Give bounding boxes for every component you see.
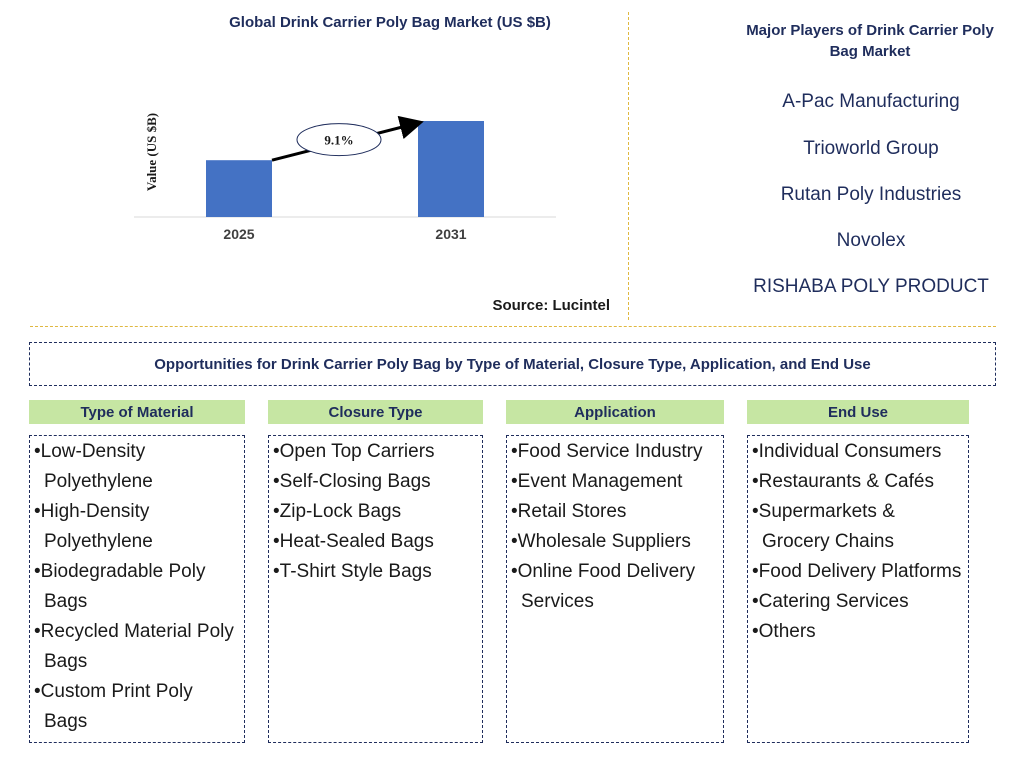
list-item: Individual Consumers xyxy=(752,437,964,467)
list-item: Biodegradable Poly Bags xyxy=(34,557,240,617)
bar xyxy=(206,160,272,217)
x-tick-label: 2025 xyxy=(223,226,254,242)
list-item: Catering Services xyxy=(752,587,964,617)
list-item: Others xyxy=(752,617,964,647)
list-item: Low-Density Polyethylene xyxy=(34,437,240,497)
list-item: Zip-Lock Bags xyxy=(273,497,478,527)
bar-chart: 2025 2031 Value (US $B) 9.1% xyxy=(134,113,556,242)
list-item: High-Density Polyethylene xyxy=(34,497,240,557)
list-item: Recycled Material Poly Bags xyxy=(34,617,240,677)
header-type-of-material: Type of Material xyxy=(29,400,245,424)
list-item: Wholesale Suppliers xyxy=(511,527,719,557)
y-axis-label: Value (US $B) xyxy=(144,113,159,191)
players-title: Major Players of Drink Carrier Poly Bag … xyxy=(746,22,994,60)
application-list: Food Service Industry Event Management R… xyxy=(506,435,724,743)
list-item: Food Delivery Platforms xyxy=(752,557,964,587)
list-item: Event Management xyxy=(511,467,719,497)
vertical-divider xyxy=(628,12,629,320)
horizontal-divider xyxy=(30,326,996,327)
end-use-list: Individual Consumers Restaurants & Cafés… xyxy=(747,435,969,743)
opportunities-title: Opportunities for Drink Carrier Poly Bag… xyxy=(29,342,996,386)
list-item: T-Shirt Style Bags xyxy=(273,557,478,587)
list-item: Heat-Sealed Bags xyxy=(273,527,478,557)
player-item: Novolex xyxy=(836,230,906,251)
header-application: Application xyxy=(506,400,724,424)
list-item: Retail Stores xyxy=(511,497,719,527)
list-item: Custom Print Poly Bags xyxy=(34,677,240,737)
header-end-use: End Use xyxy=(747,400,969,424)
player-item: RISHABA POLY PRODUCT xyxy=(753,276,989,297)
chart-title: Global Drink Carrier Poly Bag Market (US… xyxy=(229,14,551,31)
header-closure-type: Closure Type xyxy=(268,400,483,424)
x-tick-label: 2031 xyxy=(435,226,466,242)
list-item: Supermarkets & Grocery Chains xyxy=(752,497,964,557)
list-item: Open Top Carriers xyxy=(273,437,478,467)
bar xyxy=(418,121,484,217)
player-item: A-Pac Manufacturing xyxy=(782,91,960,112)
list-item: Food Service Industry xyxy=(511,437,719,467)
cagr-label: 9.1% xyxy=(324,133,353,148)
list-item: Online Food Delivery Services xyxy=(511,557,719,617)
type-of-material-list: Low-Density Polyethylene High-Density Po… xyxy=(29,435,245,743)
player-item: Rutan Poly Industries xyxy=(780,184,962,205)
list-item: Self-Closing Bags xyxy=(273,467,478,497)
source-label: Source: Lucintel xyxy=(492,297,610,314)
list-item: Restaurants & Cafés xyxy=(752,467,964,497)
closure-type-list: Open Top Carriers Self-Closing Bags Zip-… xyxy=(268,435,483,743)
player-item: Trioworld Group xyxy=(803,138,939,159)
